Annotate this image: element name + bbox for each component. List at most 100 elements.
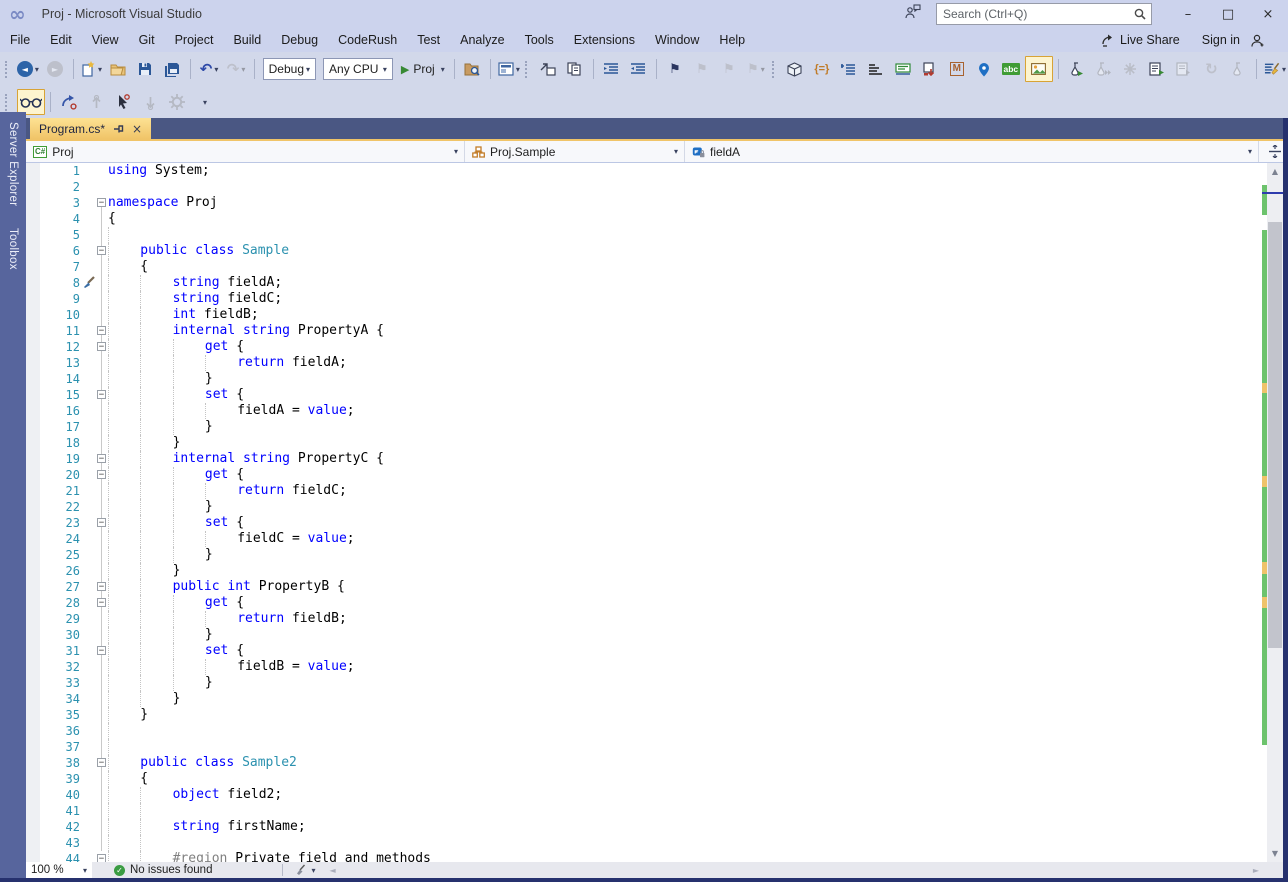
document-health-indicator[interactable]: ✓ No issues found (114, 864, 212, 876)
toolbar-grip[interactable] (5, 60, 10, 78)
coderush-options-button[interactable] (164, 90, 190, 114)
comment-section-button[interactable] (890, 57, 916, 81)
feedback-icon[interactable] (904, 3, 922, 25)
member-explorer-button[interactable] (782, 57, 808, 81)
member-dropdown[interactable]: fieldA ▾ (685, 141, 1259, 162)
find-in-files-button[interactable] (459, 57, 485, 81)
braces-format-button[interactable]: {=} (809, 57, 835, 81)
fold-toggle[interactable]: − (97, 326, 106, 336)
code-line[interactable]: 30} (26, 627, 1262, 643)
code-line[interactable]: 18} (26, 435, 1262, 451)
document-tab[interactable]: Program.cs* × (30, 118, 152, 139)
code-cleanup-button[interactable]: ▾ (1262, 57, 1288, 81)
next-bookmark-button[interactable]: ⚑ (716, 57, 742, 81)
close-button[interactable]: × (1248, 0, 1288, 28)
fold-toggle[interactable]: − (97, 454, 106, 464)
code-line[interactable]: 7{ (26, 259, 1262, 275)
live-share-button[interactable]: Live Share (1101, 33, 1190, 47)
fold-toggle[interactable]: − (97, 518, 106, 528)
fold-toggle[interactable]: − (97, 390, 106, 400)
type-dropdown[interactable]: Proj.Sample ▾ (465, 141, 685, 162)
code-line[interactable]: 42 string firstName; (26, 819, 1262, 835)
menu-item-project[interactable]: Project (165, 29, 224, 51)
code-line[interactable]: 8 string fieldA; (26, 275, 1262, 291)
menu-item-debug[interactable]: Debug (271, 29, 328, 51)
code-line[interactable]: 24 fieldC = value; (26, 531, 1262, 547)
preview-window-button[interactable]: ▾ (496, 57, 522, 81)
scroll-up-arrow[interactable]: ▲ (1267, 163, 1283, 180)
fold-toggle[interactable]: − (97, 854, 106, 862)
save-all-button[interactable] (159, 57, 185, 81)
code-line[interactable]: 28− get { (26, 595, 1262, 611)
redo-button[interactable]: ↷ ▾ (223, 57, 249, 81)
code-line[interactable]: 12− get { (26, 339, 1262, 355)
add-members-button[interactable] (836, 57, 862, 81)
code-cleanup-status-button[interactable]: ▾ (293, 864, 315, 876)
code-line[interactable]: 1 using System; (26, 163, 1262, 179)
code-line[interactable]: 29 return fieldB; (26, 611, 1262, 627)
code-line[interactable]: 15− set { (26, 387, 1262, 403)
menu-item-edit[interactable]: Edit (40, 29, 82, 51)
jump-to-button[interactable] (56, 90, 82, 114)
pin-icon[interactable] (113, 123, 124, 134)
export-settings-button[interactable] (917, 57, 943, 81)
rich-comments-button[interactable] (1024, 56, 1053, 82)
code-line[interactable]: 17} (26, 419, 1262, 435)
refresh-tests-button[interactable]: ↻ (1198, 57, 1224, 81)
toolbar-overflow-button[interactable]: ▾ (191, 90, 217, 114)
tab-close-icon[interactable]: × (132, 123, 142, 135)
code-line[interactable]: 27− public int PropertyB { (26, 579, 1262, 595)
code-line[interactable]: 33} (26, 675, 1262, 691)
code-line[interactable]: 9 string fieldC; (26, 291, 1262, 307)
code-line[interactable]: 35} (26, 707, 1262, 723)
code-line[interactable]: 20− get { (26, 467, 1262, 483)
fold-toggle[interactable]: − (97, 342, 106, 352)
solution-platforms-combo[interactable]: Any CPU ▾ (323, 58, 393, 80)
navigate-back-button[interactable]: ◄ ▾ (15, 57, 41, 81)
code-line[interactable]: 25} (26, 547, 1262, 563)
undo-button[interactable]: ↶ ▾ (196, 57, 222, 81)
menu-item-test[interactable]: Test (407, 29, 450, 51)
code-line[interactable]: 23− set { (26, 515, 1262, 531)
maximize-button[interactable]: □ (1208, 0, 1248, 28)
search-input[interactable] (937, 7, 1133, 21)
navigate-to-button[interactable] (535, 57, 561, 81)
code-line[interactable]: 38− public class Sample2 (26, 755, 1262, 771)
code-line[interactable]: 11− internal string PropertyA { (26, 323, 1262, 339)
toolbar-grip[interactable] (5, 93, 12, 111)
code-line[interactable]: 34} (26, 691, 1262, 707)
code-line[interactable]: 44− #region Private field and methods (26, 851, 1262, 862)
search-box[interactable] (936, 3, 1152, 25)
fold-toggle[interactable]: − (97, 758, 106, 768)
code-line[interactable]: 5 (26, 227, 1262, 243)
location-pin-button[interactable] (971, 57, 997, 81)
code-line[interactable]: 43 (26, 835, 1262, 851)
sign-in-button[interactable]: Sign in (1198, 33, 1266, 48)
fold-toggle[interactable]: − (97, 582, 106, 592)
code-line[interactable]: 22} (26, 499, 1262, 515)
toolbar-grip[interactable] (524, 60, 530, 78)
code-line[interactable]: 14} (26, 371, 1262, 387)
side-tab-toolbox[interactable]: Toolbox (7, 228, 19, 270)
solution-configurations-combo[interactable]: Debug ▾ (262, 58, 317, 80)
previous-bookmark-button[interactable]: ⚑ (689, 57, 715, 81)
code-line[interactable]: 13 return fieldA; (26, 355, 1262, 371)
run-tests-button[interactable] (1063, 57, 1089, 81)
menu-item-build[interactable]: Build (223, 29, 271, 51)
zoom-dropdown[interactable]: 100 % ▾ (26, 862, 92, 878)
menu-item-git[interactable]: Git (129, 29, 165, 51)
menu-item-window[interactable]: Window (645, 29, 709, 51)
scrollbar-thumb[interactable] (1268, 222, 1282, 648)
code-editor[interactable]: 1 using System; 2 3− namespace Proj 4{5 6− publ… (26, 163, 1283, 862)
new-project-button[interactable]: ▾ (78, 57, 104, 81)
clear-bookmarks-button[interactable]: ⚑ ▾ (743, 57, 769, 81)
code-line[interactable]: 19− internal string PropertyC { (26, 451, 1262, 467)
code-line[interactable]: 40 object field2; (26, 787, 1262, 803)
menu-item-file[interactable]: File (0, 29, 40, 51)
repeat-tests-button[interactable] (1171, 57, 1197, 81)
side-tab-server-explorer[interactable]: Server Explorer (7, 122, 19, 206)
cancel-tests-button[interactable] (1117, 57, 1143, 81)
test-options-button[interactable] (1225, 57, 1251, 81)
move-down-button[interactable] (137, 90, 163, 114)
code-line[interactable]: 3− namespace Proj (26, 195, 1262, 211)
